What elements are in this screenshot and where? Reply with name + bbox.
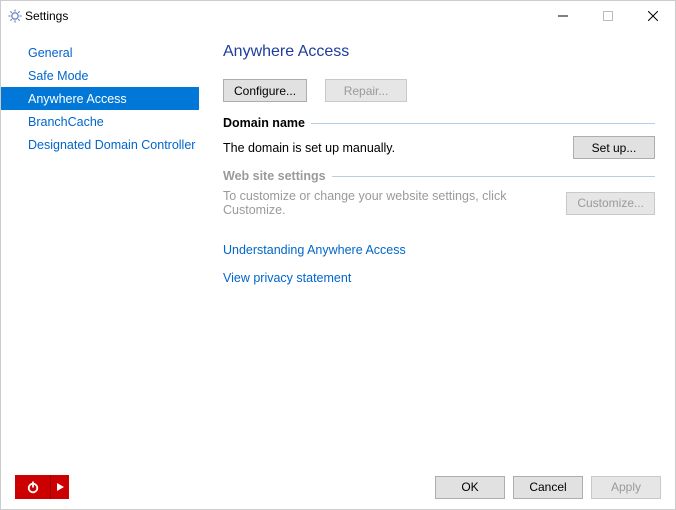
recorder-controls (15, 475, 69, 499)
cancel-button[interactable]: Cancel (513, 476, 583, 499)
sidebar-item-general[interactable]: General (1, 41, 199, 64)
footer: OK Cancel Apply (1, 465, 675, 509)
power-button[interactable] (15, 475, 51, 499)
body: General Safe Mode Anywhere Access Branch… (1, 31, 675, 465)
apply-button: Apply (591, 476, 661, 499)
close-button[interactable] (630, 1, 675, 30)
sidebar-item-safe-mode[interactable]: Safe Mode (1, 64, 199, 87)
divider (332, 176, 655, 177)
action-button-row: Configure... Repair... (223, 79, 655, 102)
sidebar-item-label: Designated Domain Controller (28, 138, 195, 152)
repair-button: Repair... (325, 79, 407, 102)
minimize-button[interactable] (540, 1, 585, 30)
ok-button[interactable]: OK (435, 476, 505, 499)
sidebar-item-label: Safe Mode (28, 69, 88, 83)
window-controls (540, 1, 675, 31)
content-pane: Anywhere Access Configure... Repair... D… (199, 41, 675, 465)
web-site-settings-text: To customize or change your website sett… (223, 189, 556, 217)
sidebar-item-anywhere-access[interactable]: Anywhere Access (1, 87, 199, 110)
customize-button: Customize... (566, 192, 655, 215)
understanding-anywhere-access-link[interactable]: Understanding Anywhere Access (223, 243, 655, 257)
sidebar: General Safe Mode Anywhere Access Branch… (1, 41, 199, 465)
sidebar-item-branchcache[interactable]: BranchCache (1, 110, 199, 133)
sidebar-item-label: Anywhere Access (28, 92, 127, 106)
web-site-settings-section: Web site settings To customize or change… (223, 169, 655, 217)
maximize-button[interactable] (585, 1, 630, 30)
divider (311, 123, 655, 124)
page-title: Anywhere Access (223, 43, 655, 61)
settings-window: Settings General Safe Mode Anywhere Acce… (0, 0, 676, 510)
sidebar-item-designated-domain-controller[interactable]: Designated Domain Controller (1, 133, 199, 156)
configure-button[interactable]: Configure... (223, 79, 307, 102)
settings-icon (7, 8, 23, 24)
help-links: Understanding Anywhere Access View priva… (223, 243, 655, 285)
play-button[interactable] (51, 475, 69, 499)
web-site-settings-heading: Web site settings (223, 169, 326, 183)
domain-name-section: Domain name The domain is set up manuall… (223, 116, 655, 159)
window-title: Settings (25, 9, 68, 23)
view-privacy-statement-link[interactable]: View privacy statement (223, 271, 655, 285)
set-up-button[interactable]: Set up... (573, 136, 655, 159)
domain-name-text: The domain is set up manually. (223, 141, 563, 155)
domain-name-heading: Domain name (223, 116, 305, 130)
sidebar-item-label: General (28, 46, 72, 60)
titlebar: Settings (1, 1, 675, 31)
sidebar-item-label: BranchCache (28, 115, 104, 129)
